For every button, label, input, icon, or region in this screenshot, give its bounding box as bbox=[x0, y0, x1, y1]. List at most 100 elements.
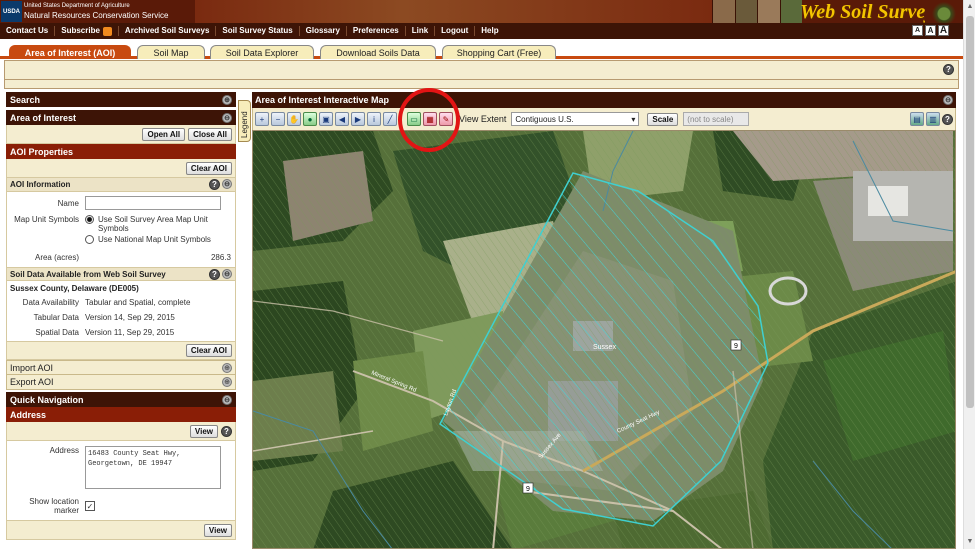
text-size-small[interactable]: A bbox=[912, 25, 923, 36]
expand-icon[interactable]: ⊕ bbox=[222, 94, 232, 105]
address-view-row-2: View bbox=[6, 521, 236, 540]
banner-photo bbox=[712, 0, 735, 23]
agency-line-2: Natural Resources Conservation Service bbox=[24, 11, 169, 20]
map-unit-option-2[interactable]: Use National Map Unit Symbols bbox=[85, 235, 235, 244]
chevron-down-icon: ▾ bbox=[631, 114, 636, 124]
help-icon[interactable]: ? bbox=[942, 113, 953, 125]
nav-label: Glossary bbox=[305, 26, 340, 35]
scale-field[interactable]: (not to scale) bbox=[683, 112, 750, 126]
tab-soil-data-explorer[interactable]: Soil Data Explorer bbox=[210, 45, 314, 59]
site-title: Web Soil Survey bbox=[800, 1, 935, 23]
interactive-map[interactable]: 9 9 Sussex Mineral Spring Rd Layton Rd C… bbox=[252, 130, 956, 549]
quick-navigation-header[interactable]: Quick Navigation ⊖ bbox=[6, 392, 236, 407]
agency-name: United States Department of Agriculture … bbox=[24, 2, 169, 20]
nav-archived-soil-surveys[interactable]: Archived Soil Surveys bbox=[119, 26, 217, 36]
previous-extent-icon[interactable]: ◀ bbox=[335, 112, 349, 126]
zoom-to-aoi-icon[interactable]: ▣ bbox=[319, 112, 333, 126]
import-aoi-label: Import AOI bbox=[10, 362, 54, 373]
nav-preferences[interactable]: Preferences bbox=[347, 26, 406, 36]
collapse-icon[interactable]: ⊖ bbox=[222, 394, 232, 405]
help-icon[interactable]: ? bbox=[209, 179, 220, 190]
radio-unselected[interactable] bbox=[85, 235, 94, 244]
map-layers-icon[interactable]: ▤ bbox=[910, 112, 924, 126]
show-marker-checkbox[interactable]: ✓ bbox=[85, 501, 95, 511]
tab-shopping-cart[interactable]: Shopping Cart (Free) bbox=[442, 45, 556, 59]
clear-aoi-row-2: Clear AOI bbox=[6, 341, 236, 360]
page-scrollbar[interactable]: ▲ ▼ bbox=[963, 0, 975, 549]
clear-aoi-row: Clear AOI bbox=[6, 159, 236, 178]
tab-area-of-interest[interactable]: Area of Interest (AOI) bbox=[9, 45, 131, 59]
search-header[interactable]: Search ⊕ bbox=[6, 92, 236, 107]
export-aoi-label: Export AOI bbox=[10, 377, 54, 387]
view-extent-select[interactable]: Contiguous U.S. ▾ bbox=[511, 112, 640, 126]
nav-help[interactable]: Help bbox=[475, 26, 504, 36]
import-aoi-section[interactable]: Import AOI ⊕ bbox=[6, 360, 236, 375]
collapse-icon[interactable]: ⊖ bbox=[943, 95, 953, 105]
collapse-icon[interactable]: ⊖ bbox=[222, 268, 232, 279]
aoi-header[interactable]: Area of Interest ⊖ bbox=[6, 110, 236, 125]
view-button[interactable]: View bbox=[189, 424, 218, 438]
soil-data-available-header[interactable]: Soil Data Available from Web Soil Survey… bbox=[6, 267, 236, 281]
aoi-properties-header[interactable]: AOI Properties bbox=[6, 144, 236, 159]
zoom-full-extent-icon[interactable]: ● bbox=[303, 112, 317, 126]
clear-aoi-button-2[interactable]: Clear AOI bbox=[185, 344, 232, 357]
nav-soil-survey-status[interactable]: Soil Survey Status bbox=[216, 26, 300, 36]
map-toolbar: + − ✋ ● ▣ ◀ ▶ i ╱ ▭ ▦ ✎ View Extent Cont… bbox=[252, 108, 956, 130]
legend-tab[interactable]: Legend bbox=[238, 100, 251, 142]
usda-logo-text: USDA bbox=[2, 8, 20, 15]
aerial-imagery: 9 9 Sussex Mineral Spring Rd Layton Rd C… bbox=[253, 131, 955, 548]
area-value: 286.3 bbox=[210, 253, 231, 262]
next-extent-icon[interactable]: ▶ bbox=[351, 112, 365, 126]
view-extent-value: Contiguous U.S. bbox=[515, 114, 574, 124]
measure-icon[interactable]: ╱ bbox=[383, 112, 397, 126]
nav-contact-us[interactable]: Contact Us bbox=[0, 26, 56, 36]
banner-photo-strip bbox=[712, 0, 802, 23]
collapse-icon[interactable]: ⊖ bbox=[222, 112, 232, 123]
map-unit-option-1[interactable]: Use Soil Survey Area Map Unit Symbols bbox=[85, 215, 235, 233]
help-icon[interactable]: ? bbox=[943, 64, 954, 75]
area-row: Area (acres) 286.3 bbox=[7, 250, 235, 265]
identify-icon[interactable]: i bbox=[367, 112, 381, 126]
nav-link[interactable]: Link bbox=[406, 26, 436, 36]
collapse-icon[interactable]: ⊖ bbox=[222, 179, 232, 189]
expand-icon[interactable]: ⊕ bbox=[222, 377, 232, 387]
aoi-info-title: AOI Information bbox=[10, 180, 71, 189]
scroll-down-icon[interactable]: ▼ bbox=[966, 538, 974, 546]
text-size-large[interactable]: A bbox=[938, 25, 949, 36]
nav-label: Archived Soil Surveys bbox=[124, 26, 210, 35]
export-aoi-section[interactable]: Export AOI ⊕ bbox=[6, 375, 236, 390]
scale-button[interactable]: Scale bbox=[647, 112, 679, 126]
legend-tab-label: Legend bbox=[240, 111, 249, 138]
radio-selected[interactable] bbox=[85, 215, 94, 224]
address-field[interactable]: 16483 County Seat Hwy, Georgetown, DE 19… bbox=[85, 446, 221, 489]
area-label: Area (acres) bbox=[34, 253, 79, 262]
scroll-up-icon[interactable]: ▲ bbox=[966, 3, 974, 11]
nav-glossary[interactable]: Glossary bbox=[300, 26, 347, 36]
address-header[interactable]: Address bbox=[6, 407, 236, 422]
text-size-medium[interactable]: A bbox=[925, 25, 936, 36]
zoom-out-icon[interactable]: − bbox=[271, 112, 285, 126]
open-all-button[interactable]: Open All bbox=[142, 127, 186, 141]
nav-logout[interactable]: Logout bbox=[435, 26, 476, 36]
nav-subscribe[interactable]: Subscribe bbox=[55, 26, 119, 36]
print-map-icon[interactable]: ▥ bbox=[926, 112, 940, 126]
tab-soil-map[interactable]: Soil Map bbox=[137, 45, 205, 59]
banner-background bbox=[195, 0, 715, 23]
scroll-thumb[interactable] bbox=[966, 16, 974, 408]
zoom-in-icon[interactable]: + bbox=[255, 112, 269, 126]
usda-logo[interactable]: USDA bbox=[1, 1, 22, 22]
aoi-name-field[interactable] bbox=[85, 196, 221, 210]
tab-download-soils-data[interactable]: Download Soils Data bbox=[320, 45, 436, 59]
expand-icon[interactable]: ⊕ bbox=[222, 362, 232, 373]
spatial-label: Spatial Data bbox=[35, 328, 79, 337]
close-all-button[interactable]: Close All bbox=[188, 127, 232, 141]
map-title: Area of Interest Interactive Map bbox=[255, 95, 390, 105]
clear-aoi-button[interactable]: Clear AOI bbox=[185, 161, 232, 175]
help-icon[interactable]: ? bbox=[209, 268, 220, 280]
pan-hand-icon[interactable]: ✋ bbox=[287, 112, 301, 126]
view-button-2[interactable]: View bbox=[203, 523, 232, 537]
rss-icon bbox=[102, 26, 112, 36]
aoi-information-header[interactable]: AOI Information ? ⊖ bbox=[6, 178, 236, 192]
view-extent-label: View Extent bbox=[459, 114, 507, 124]
help-icon[interactable]: ? bbox=[221, 425, 232, 437]
